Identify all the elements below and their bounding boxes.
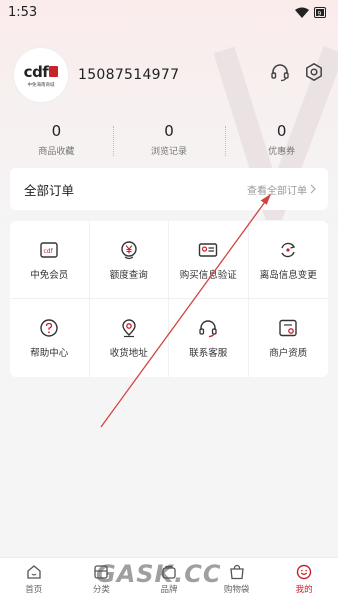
status-bar: 1:53 9 [0, 0, 338, 24]
stat-coupons[interactable]: 0 优惠券 [225, 122, 338, 162]
bag-icon [228, 563, 246, 581]
status-time: 1:53 [8, 4, 38, 20]
battery-icon: 9 [314, 6, 326, 18]
service-contact[interactable]: 联系客服 [169, 299, 249, 377]
stat-divider [225, 126, 227, 156]
cdf-logo-mark [49, 66, 59, 77]
tab-home[interactable]: 首页 [0, 558, 68, 600]
headset-icon [271, 64, 289, 82]
settings-hexagon-icon [306, 63, 322, 81]
id-card-icon [197, 239, 219, 261]
yuan-quota-icon [118, 239, 140, 261]
membership-card-icon: cdf [38, 239, 60, 261]
tab-shopping-bag[interactable]: 购物袋 [203, 558, 271, 600]
stats-row: 0 商品收藏 0 浏览记录 0 优惠券 [0, 122, 338, 162]
svg-text:9: 9 [318, 10, 322, 17]
bottom-tab-bar: 首页 分类 品牌 购物袋 我的 [0, 557, 338, 600]
stat-favorites[interactable]: 0 商品收藏 [0, 122, 113, 162]
service-merchant-qualification[interactable]: 商户资质 [249, 299, 329, 377]
all-orders-card[interactable]: 全部订单 查看全部订单 [10, 168, 328, 210]
svg-text:cdf: cdf [44, 248, 54, 255]
certificate-icon [277, 317, 299, 339]
service-island-change[interactable]: 离岛信息变更 [248, 221, 328, 299]
profile-section: cdf 中免海南商城 15087514977 [14, 48, 179, 102]
profile-icon [295, 563, 313, 581]
settings-button[interactable] [304, 62, 324, 82]
orders-title: 全部订单 [24, 182, 75, 198]
header-actions [270, 62, 324, 82]
cdf-logo: cdf [24, 63, 59, 81]
refresh-change-icon [277, 239, 299, 261]
user-phone: 15087514977 [78, 67, 180, 83]
category-icon [92, 563, 110, 581]
stat-divider [112, 126, 114, 156]
wifi-icon [295, 7, 309, 18]
location-pin-icon [118, 317, 140, 339]
service-quota[interactable]: 额度查询 [89, 221, 169, 299]
tab-category[interactable]: 分类 [68, 558, 136, 600]
service-purchase-verify[interactable]: 购买信息验证 [169, 221, 249, 299]
avatar[interactable]: cdf 中免海南商城 [14, 48, 68, 102]
help-icon [38, 317, 60, 339]
tab-mine[interactable]: 我的 [270, 558, 338, 600]
tab-brand[interactable]: 品牌 [135, 558, 203, 600]
view-all-orders-link[interactable]: 查看全部订单 [247, 182, 316, 197]
brand-icon [160, 563, 178, 581]
services-grid: cdf 中免会员 额度查询 购买信息验证 离岛信息变更 帮助中心 收货地址 联系… [10, 221, 328, 377]
service-help-center[interactable]: 帮助中心 [10, 299, 90, 377]
service-membership[interactable]: cdf 中免会员 [10, 221, 90, 299]
service-address[interactable]: 收货地址 [90, 299, 169, 377]
headset-icon [197, 317, 219, 339]
home-icon [25, 563, 43, 581]
stat-history[interactable]: 0 浏览记录 [112, 122, 226, 162]
chevron-right-icon [310, 184, 316, 194]
customer-service-button[interactable] [270, 62, 290, 82]
